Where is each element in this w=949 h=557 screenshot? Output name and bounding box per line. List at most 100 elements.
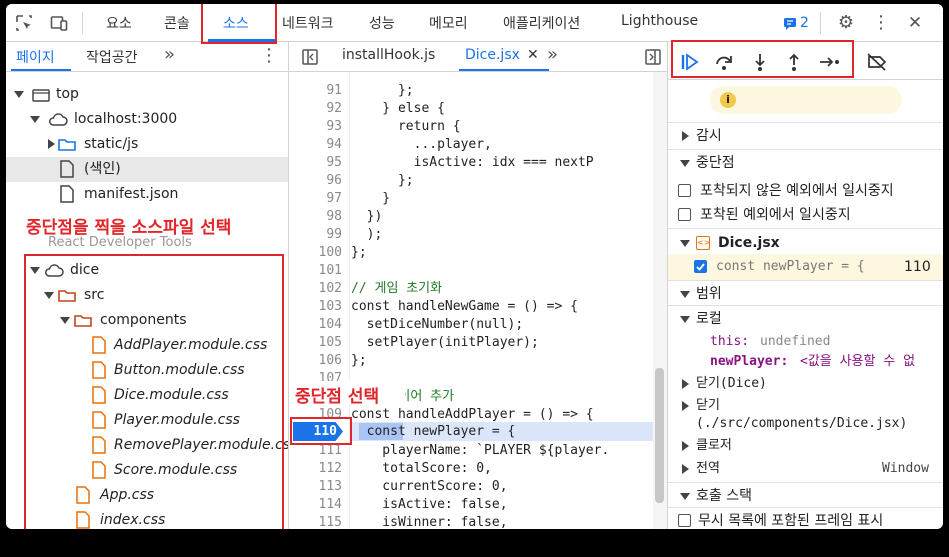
line-number[interactable]: 100 xyxy=(289,244,342,262)
line-number[interactable]: 104 xyxy=(289,316,342,334)
line-number[interactable]: 113 xyxy=(289,478,342,496)
code-text: totalScore: 0, xyxy=(351,461,492,476)
code-line[interactable]: 113 currentScore: 0, xyxy=(289,478,667,496)
step-icon[interactable] xyxy=(818,52,840,72)
close-devtools-icon[interactable]: ✕ xyxy=(906,14,924,32)
editor-tab-dice[interactable]: Dice.jsx xyxy=(465,47,520,63)
line-number[interactable]: 93 xyxy=(289,118,342,136)
step-over-icon[interactable] xyxy=(714,52,734,72)
breakpoint-file-group[interactable]: <> Dice.jsx xyxy=(668,230,943,256)
code-line[interactable]: 100}; xyxy=(289,244,667,262)
section-breakpoints[interactable]: 중단점 xyxy=(668,149,943,175)
pause-caught-checkbox[interactable] xyxy=(678,208,691,221)
section-call-stack[interactable]: 호출 스택 xyxy=(668,482,943,508)
line-number[interactable]: 101 xyxy=(289,262,342,280)
pause-caught-option[interactable]: 포착된 예외에서 일시중지 xyxy=(668,202,943,228)
line-number[interactable]: 109 xyxy=(289,406,342,424)
resume-icon[interactable] xyxy=(680,52,700,72)
show-ignored-frames-option[interactable]: 무시 목록에 포함된 프레임 표시 xyxy=(668,508,943,529)
line-number[interactable]: 95 xyxy=(289,154,342,172)
scope-closure-module[interactable]: 닫기 (./src/components/Dice.jsx) xyxy=(668,393,943,433)
breakpoint-enabled-checkbox[interactable] xyxy=(694,260,707,273)
line-number[interactable]: 91 xyxy=(289,82,342,100)
code-line[interactable]: 101 xyxy=(289,262,667,280)
code-line[interactable]: 97 } xyxy=(289,190,667,208)
option-label: 포착되지 않은 예외에서 일시중지 xyxy=(700,183,894,199)
inspect-element-icon[interactable] xyxy=(15,14,33,32)
step-into-icon[interactable] xyxy=(750,52,770,72)
line-number[interactable]: 99 xyxy=(289,226,342,244)
code-line[interactable]: 111 playerName: `PLAYER ${player. xyxy=(289,442,667,460)
breakpoint-entry[interactable]: const newPlayer = { 110 xyxy=(668,254,943,280)
code-line[interactable]: 112 totalScore: 0, xyxy=(289,460,667,478)
code-text: ); xyxy=(351,227,383,242)
line-number[interactable]: 106 xyxy=(289,352,342,370)
tab-page[interactable]: 페이지 xyxy=(16,47,55,67)
tab-performance[interactable]: 성능 xyxy=(369,13,395,33)
code-line-paused[interactable]: 110 const newPlayer = { xyxy=(289,423,667,441)
device-toolbar-icon[interactable] xyxy=(50,14,68,32)
editor-tab-installhook[interactable]: installHook.js xyxy=(342,47,435,63)
code-line[interactable]: 105 setPlayer(initPlayer); xyxy=(289,334,667,352)
toggle-navigator-icon[interactable] xyxy=(301,48,319,66)
scope-global[interactable]: 전역 Window xyxy=(668,456,943,482)
section-scope[interactable]: 범위 xyxy=(668,280,943,306)
line-number[interactable]: 112 xyxy=(289,460,342,478)
code-line[interactable]: 115 isWinner: false, xyxy=(289,514,667,529)
editor-tab-bar: installHook.js Dice.jsx ✕ » xyxy=(289,42,667,72)
line-number[interactable]: 114 xyxy=(289,496,342,514)
code-line[interactable]: 103 const handleNewGame = () => { xyxy=(289,298,667,316)
editor-scrollbar-thumb[interactable] xyxy=(655,368,664,503)
line-number[interactable]: 98 xyxy=(289,208,342,226)
line-number[interactable]: 111 xyxy=(289,442,342,460)
code-editor[interactable]: 91 }; 92 } else { 93 return { 94 ...play… xyxy=(289,72,667,529)
tree-item-label: Dice.module.css xyxy=(114,387,229,403)
show-ignored-frames-checkbox[interactable] xyxy=(678,514,691,527)
code-line[interactable]: 106}; xyxy=(289,352,667,370)
css-file-icon xyxy=(92,336,106,354)
line-number[interactable]: 115 xyxy=(289,514,342,529)
tree-item-label: top xyxy=(56,86,79,102)
code-line[interactable]: 93 return { xyxy=(289,118,667,136)
settings-gear-icon[interactable]: ⚙ xyxy=(837,14,855,32)
tab-sources[interactable]: 소스 xyxy=(223,13,249,33)
code-line[interactable]: 95 isActive: idx === nextP xyxy=(289,154,667,172)
line-number[interactable]: 103 xyxy=(289,298,342,316)
tab-workspace[interactable]: 작업공간 xyxy=(86,47,138,67)
tab-lighthouse[interactable]: Lighthouse xyxy=(621,13,698,29)
line-number[interactable]: 105 xyxy=(289,334,342,352)
pause-uncaught-checkbox[interactable] xyxy=(678,184,691,197)
line-number[interactable]: 92 xyxy=(289,100,342,118)
line-number[interactable]: 102 xyxy=(289,280,342,298)
paused-banner: i xyxy=(710,86,902,114)
tree-item-index[interactable]: (색인) xyxy=(6,157,288,182)
code-line[interactable]: 104 setDiceNumber(null); xyxy=(289,316,667,334)
code-line[interactable]: 92 } else { xyxy=(289,100,667,118)
tab-console[interactable]: 콘솔 xyxy=(164,13,190,33)
code-line[interactable]: 99 ); xyxy=(289,226,667,244)
line-number[interactable]: 110 xyxy=(289,423,337,441)
more-options-icon[interactable]: ⋮ xyxy=(872,14,890,32)
code-line[interactable]: 94 ...player, xyxy=(289,136,667,154)
tab-elements[interactable]: 요소 xyxy=(106,13,132,33)
tab-application[interactable]: 애플리케이션 xyxy=(503,13,580,33)
line-number[interactable]: 94 xyxy=(289,136,342,154)
close-tab-icon[interactable]: ✕ xyxy=(527,47,539,63)
tab-network[interactable]: 네트워크 xyxy=(282,13,334,33)
code-line[interactable]: 102 // 게임 초기화 xyxy=(289,280,667,298)
code-line[interactable]: 98 }) xyxy=(289,208,667,226)
line-number[interactable]: 96 xyxy=(289,172,342,190)
code-line[interactable]: 96 }; xyxy=(289,172,667,190)
more-editor-tabs-chevron-icon[interactable]: » xyxy=(547,44,558,65)
toggle-debugger-icon[interactable] xyxy=(644,48,662,66)
code-line[interactable]: 91 }; xyxy=(289,82,667,100)
code-line[interactable]: 114 isActive: false, xyxy=(289,496,667,514)
deactivate-breakpoints-icon[interactable] xyxy=(866,52,888,72)
tab-memory[interactable]: 메모리 xyxy=(429,13,468,33)
section-watch[interactable]: 감시 xyxy=(668,123,943,149)
line-number[interactable]: 97 xyxy=(289,190,342,208)
navigator-menu-icon[interactable]: ⋮ xyxy=(260,45,278,66)
step-out-icon[interactable] xyxy=(784,52,804,72)
more-tabs-chevron-icon[interactable]: » xyxy=(164,44,175,65)
pause-uncaught-option[interactable]: 포착되지 않은 예외에서 일시중지 xyxy=(668,178,943,204)
